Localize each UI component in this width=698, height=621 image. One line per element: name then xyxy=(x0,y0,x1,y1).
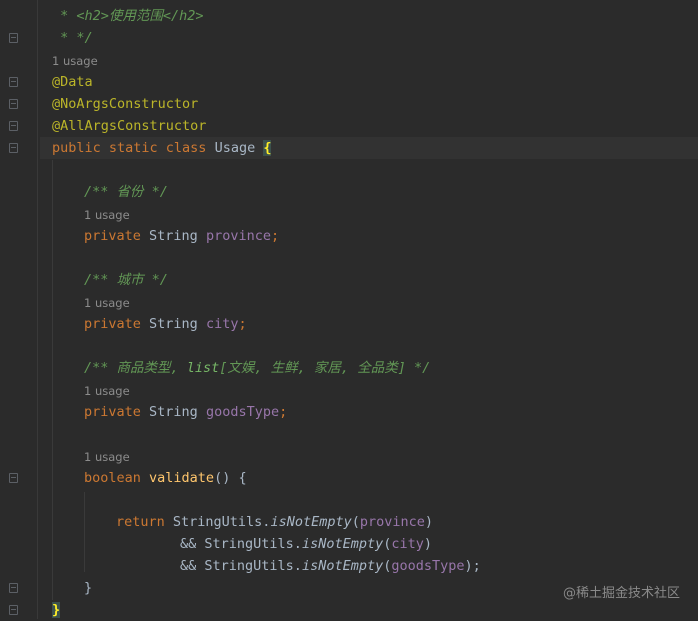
class-name: Usage xyxy=(214,140,264,156)
code-line-javadoc-end: * */ xyxy=(52,30,93,46)
brace-match: } xyxy=(52,602,61,618)
code-line-ann-allargs: @AllArgsConstructor xyxy=(52,118,207,134)
code-line-method-close: } xyxy=(84,580,93,596)
code-line-and-city: && StringUtils.isNotEmpty(city) xyxy=(180,536,433,552)
code-line-class-close: } xyxy=(52,599,61,621)
usage-hint[interactable]: 1 usage xyxy=(84,294,130,312)
code-line-field-city: private String city; xyxy=(84,316,247,332)
brace-match: { xyxy=(263,140,272,156)
indent-guide xyxy=(84,492,85,572)
fold-marker-icon[interactable] xyxy=(9,99,18,109)
code-line-doc-goods: /** 商品类型, list[文娱, 生鲜, 家居, 全品类] */ xyxy=(84,360,431,376)
method-name: validate xyxy=(149,470,215,486)
code-line-field-goods: private String goodsType; xyxy=(84,404,288,420)
code-line-return: return StringUtils.isNotEmpty(province) xyxy=(116,514,434,530)
fold-marker-icon[interactable] xyxy=(9,605,18,615)
fold-marker-icon[interactable] xyxy=(9,121,18,131)
usage-hint[interactable]: 1 usage xyxy=(84,206,130,224)
code-line-ann-data: @Data xyxy=(52,74,93,90)
fold-marker-icon[interactable] xyxy=(9,143,18,153)
code-line-method-decl: boolean validate() { xyxy=(84,470,247,486)
indent-guide xyxy=(52,160,53,600)
code-line-javadoc-h2: * <h2>使用范围</h2> xyxy=(52,8,204,24)
fold-marker-icon[interactable] xyxy=(9,77,18,87)
editor-gutter[interactable] xyxy=(0,0,40,619)
code-line-field-province: private String province; xyxy=(84,228,280,244)
fold-marker-icon[interactable] xyxy=(9,583,18,593)
fold-marker-icon[interactable] xyxy=(9,33,18,43)
code-line-class-decl: public static class Usage { xyxy=(40,137,698,159)
code-line-ann-noargs: @NoArgsConstructor xyxy=(52,96,199,112)
watermark: @稀土掘金技术社区 xyxy=(562,586,680,601)
usage-hint[interactable]: 1 usage xyxy=(84,382,130,400)
code-line-doc-province: /** 省份 */ xyxy=(84,184,168,200)
code-line-doc-city: /** 城市 */ xyxy=(84,272,168,288)
code-editor[interactable]: * <h2>使用范围</h2> * */ 1 usage @Data @NoAr… xyxy=(0,0,698,619)
code-line-and-goods: && StringUtils.isNotEmpty(goodsType); xyxy=(180,558,481,574)
usage-hint[interactable]: 1 usage xyxy=(84,448,130,466)
fold-marker-icon[interactable] xyxy=(9,473,18,483)
gutter-divider xyxy=(37,0,38,619)
usage-hint[interactable]: 1 usage xyxy=(52,52,98,70)
